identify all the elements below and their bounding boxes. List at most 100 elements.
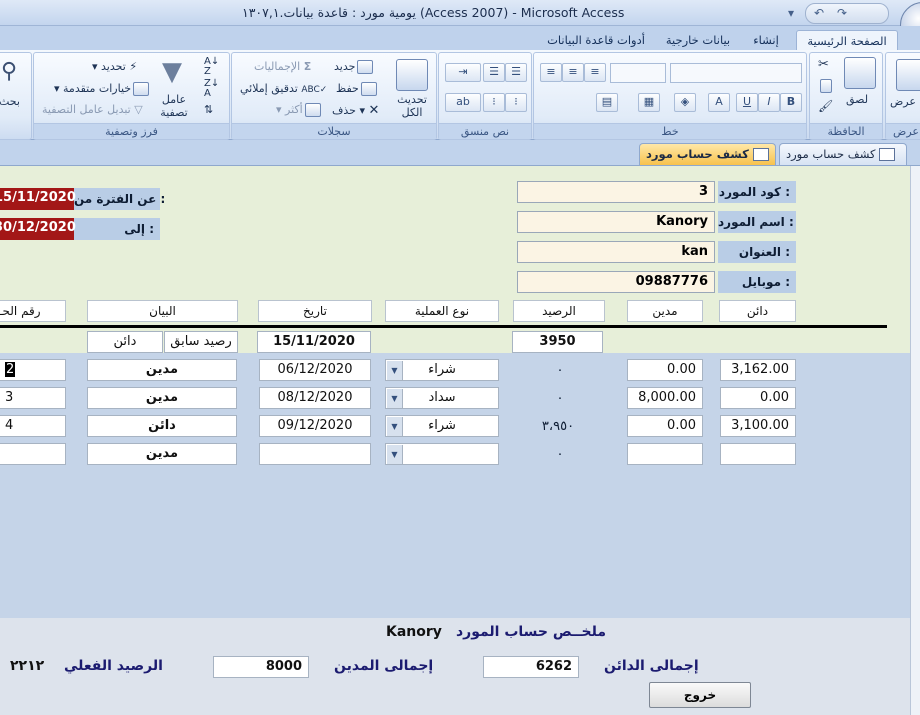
- bold-icon[interactable]: B: [780, 93, 802, 112]
- filter-button[interactable]: عامل تصفية: [158, 93, 190, 119]
- mobile-field[interactable]: 09887776: [517, 271, 715, 293]
- paste-label[interactable]: لصق: [846, 93, 868, 106]
- underline-icon[interactable]: U: [736, 93, 758, 112]
- row-4-number[interactable]: [0, 443, 66, 465]
- paste-icon[interactable]: [844, 57, 876, 89]
- sort-descending-icon[interactable]: Z↓ A: [204, 79, 219, 99]
- align-right-icon[interactable]: ≡: [584, 63, 606, 82]
- row-4-operation-combo[interactable]: ▼: [385, 443, 499, 465]
- font-color-icon[interactable]: A: [708, 93, 730, 112]
- toggle-filter-button[interactable]: تبديل عامل التصفية ▽: [42, 103, 143, 116]
- clear-sort-icon[interactable]: ⇅: [204, 103, 213, 116]
- italic-icon[interactable]: I: [758, 93, 780, 112]
- dropdown-arrow-icon[interactable]: ▼: [387, 445, 403, 464]
- save-record-button[interactable]: حفظ: [336, 82, 379, 96]
- row-1-operation-combo[interactable]: ▼ شراء: [385, 359, 499, 381]
- refresh-all-icon[interactable]: [396, 59, 428, 91]
- row-3-number[interactable]: 4: [0, 415, 66, 437]
- tab-home[interactable]: الصفحة الرئيسية: [796, 30, 898, 51]
- total-credit-field[interactable]: 6262: [483, 656, 579, 678]
- advanced-button[interactable]: ▾ خيارات متقدمة: [54, 82, 151, 96]
- supplier-name-field[interactable]: Kanory: [517, 211, 715, 233]
- gridlines-icon[interactable]: ▦: [638, 93, 660, 112]
- vertical-scrollbar[interactable]: [910, 166, 920, 715]
- exit-button[interactable]: خروج: [649, 682, 751, 708]
- indent-icon[interactable]: ⇥: [445, 63, 481, 82]
- font-size-combo[interactable]: [610, 63, 666, 83]
- refresh-all-button[interactable]: تحديث الكل: [390, 93, 434, 119]
- spelling-label: تدقيق إملائي: [240, 82, 298, 95]
- row-2-number[interactable]: 3: [0, 387, 66, 409]
- row-3-credit[interactable]: 3,100.00: [720, 415, 796, 437]
- tab-database-tools[interactable]: أدوات قاعدة البيانات: [540, 30, 652, 50]
- view-label[interactable]: عرض: [890, 95, 916, 108]
- row-2-debit[interactable]: 8,000.00: [627, 387, 703, 409]
- selection-button[interactable]: ▾ تحديد ⚡: [92, 60, 137, 73]
- delete-record-button[interactable]: حذف ▾ ✕: [332, 103, 379, 118]
- alternate-fill-icon[interactable]: ▤: [596, 93, 618, 112]
- total-debit-label: إجمالى المدين: [334, 658, 434, 674]
- row-4-credit[interactable]: [720, 443, 796, 465]
- dropdown-arrow-icon[interactable]: ▼: [387, 361, 403, 380]
- row-1-debit[interactable]: 0.00: [627, 359, 703, 381]
- supplier-code-field[interactable]: 3: [517, 181, 715, 203]
- row-3-statement[interactable]: دائن: [87, 415, 237, 437]
- view-icon[interactable]: [896, 59, 920, 91]
- list-numbered-icon[interactable]: ☰: [505, 63, 527, 82]
- redo-icon[interactable]: ↷: [835, 4, 849, 22]
- dropdown-arrow-icon[interactable]: ▼: [387, 417, 403, 436]
- highlight-icon[interactable]: ab: [445, 93, 481, 112]
- group-font: ≡ ≡ ≡ B I U A ◈ ▦ ▤ خط: [533, 52, 807, 140]
- font-name-combo[interactable]: [670, 63, 802, 83]
- dropdown-arrow-icon[interactable]: ▼: [387, 389, 403, 408]
- list-icon[interactable]: ☰: [483, 63, 505, 82]
- tab-create[interactable]: إنشاء: [744, 30, 788, 50]
- row-3-debit[interactable]: 0.00: [627, 415, 703, 437]
- row-4-debit[interactable]: [627, 443, 703, 465]
- align-left-icon[interactable]: ≡: [540, 63, 562, 82]
- customize-toolbar-icon[interactable]: ▾: [784, 4, 798, 22]
- row-2-date[interactable]: 08/12/2020: [259, 387, 371, 409]
- format-painter-icon[interactable]: 🖌: [818, 99, 833, 113]
- new-record-button[interactable]: جديد: [334, 60, 375, 74]
- copy-icon[interactable]: [818, 79, 834, 93]
- more-button[interactable]: ▾ أكثر: [276, 103, 323, 117]
- sort-ascending-icon[interactable]: A↓ Z: [204, 57, 219, 77]
- row-4-date[interactable]: [259, 443, 371, 465]
- opening-balance-field[interactable]: 3950: [512, 331, 603, 353]
- opening-statement-type-field[interactable]: دائن: [87, 331, 163, 353]
- opening-statement-field[interactable]: رصيد سابق: [164, 331, 238, 353]
- row-4-statement[interactable]: مدين: [87, 443, 237, 465]
- undo-icon[interactable]: ↶: [812, 4, 826, 22]
- tab-external-data[interactable]: بيانات خارجية: [660, 30, 736, 50]
- fill-color-icon[interactable]: ◈: [674, 93, 696, 112]
- align-center-icon[interactable]: ≡: [562, 63, 584, 82]
- period-to-field[interactable]: 30/12/2020: [0, 218, 76, 240]
- spelling-button[interactable]: تدقيق إملائي ABC✓: [240, 82, 327, 95]
- row-2-operation-combo[interactable]: ▼ سداد: [385, 387, 499, 409]
- row-1-number[interactable]: 2: [0, 359, 66, 381]
- binoculars-icon[interactable]: ⚲: [1, 59, 17, 84]
- doc-tab-supplier-statement-2[interactable]: كشف حساب مورد: [639, 143, 776, 165]
- cut-icon[interactable]: ✂: [818, 57, 829, 72]
- row-1-date[interactable]: 06/12/2020: [259, 359, 371, 381]
- more-icon: [304, 103, 321, 117]
- doc-tab-supplier-statement-1[interactable]: كشف حساب مورد: [779, 143, 907, 165]
- period-from-field[interactable]: 15/11/2020: [0, 188, 76, 210]
- total-debit-field[interactable]: 8000: [213, 656, 309, 678]
- totals-button[interactable]: الإجماليات Σ: [254, 60, 311, 73]
- address-field[interactable]: kan: [517, 241, 715, 263]
- row-2-statement[interactable]: مدين: [87, 387, 237, 409]
- numbering-icon[interactable]: ⁝: [505, 93, 527, 112]
- find-label[interactable]: بحث: [0, 95, 20, 108]
- bullets-icon[interactable]: ⁝: [483, 93, 505, 112]
- filter-icon[interactable]: ▼: [162, 57, 182, 87]
- advanced-icon: [133, 82, 150, 96]
- row-2-credit[interactable]: 0.00: [720, 387, 796, 409]
- row-1-statement[interactable]: مدين: [87, 359, 237, 381]
- row-1-number-text: 2: [5, 362, 16, 377]
- opening-date-field[interactable]: 15/11/2020: [257, 331, 371, 353]
- row-3-operation-combo[interactable]: ▼ شراء: [385, 415, 499, 437]
- row-1-credit[interactable]: 3,162.00: [720, 359, 796, 381]
- row-3-date[interactable]: 09/12/2020: [259, 415, 371, 437]
